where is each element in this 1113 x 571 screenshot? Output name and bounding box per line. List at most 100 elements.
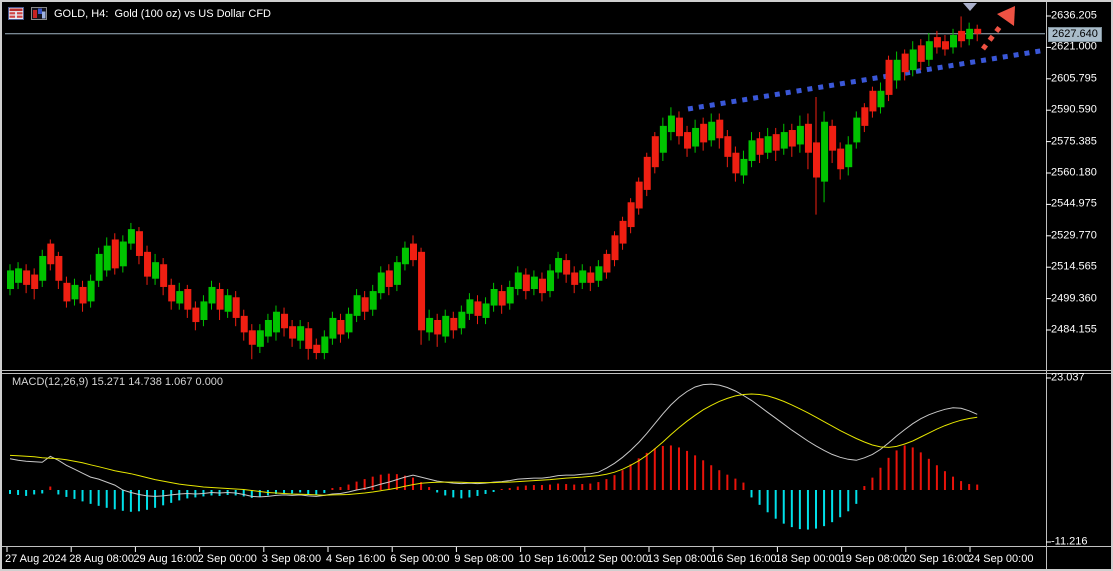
- candle-body: [47, 243, 55, 265]
- price-axis-label: 2529.770: [1051, 229, 1097, 242]
- candle-body: [377, 272, 385, 294]
- candle-body: [426, 317, 434, 333]
- market-watch-icon: [8, 7, 24, 20]
- candle-body: [401, 247, 409, 265]
- candle-body: [514, 272, 522, 290]
- candle-body: [950, 35, 958, 48]
- candle-body: [144, 251, 152, 277]
- pane-splitter[interactable]: [2, 370, 1111, 374]
- time-axis-label: 16 Sep 16:00: [711, 553, 777, 565]
- indicator-name: MACD(12,26,9): [12, 376, 89, 388]
- price-axis-label: 2484.155: [1051, 323, 1097, 336]
- candle-body: [571, 272, 579, 285]
- candle-body: [127, 229, 135, 244]
- macd-axis-min: -11.216: [1051, 535, 1088, 548]
- candle-body: [958, 30, 966, 42]
- candle-body: [410, 243, 417, 261]
- candle-body: [264, 319, 272, 337]
- candle-body: [877, 90, 885, 108]
- candle-body: [845, 144, 853, 168]
- time-axis-label: 27 Aug 2024: [5, 553, 67, 565]
- candle-body: [861, 107, 869, 126]
- candle-body: [651, 136, 659, 168]
- candle-body: [941, 41, 949, 50]
- candle-body: [63, 282, 71, 302]
- candle-body: [925, 41, 933, 60]
- candle-body: [748, 140, 756, 161]
- candle-body: [256, 330, 264, 347]
- candle-body: [176, 291, 184, 304]
- time-axis-label: 10 Sep 16:00: [518, 553, 585, 565]
- candle-body: [659, 125, 667, 153]
- candle-body: [933, 37, 941, 48]
- candle-body: [23, 270, 31, 285]
- candle-body: [160, 264, 168, 287]
- price-axis-label: 2514.565: [1051, 260, 1097, 273]
- candle-body: [232, 297, 240, 318]
- arrow-head-icon[interactable]: [997, 6, 1015, 26]
- candle-body: [788, 130, 796, 147]
- candle-body: [901, 53, 909, 73]
- candle-body: [240, 315, 248, 333]
- candle-body: [917, 45, 925, 62]
- time-axis-label: 6 Sep 00:00: [390, 553, 450, 565]
- candle-body: [95, 253, 103, 281]
- candle-body: [313, 344, 321, 354]
- candle-body: [772, 134, 780, 151]
- candle-body: [361, 297, 369, 312]
- chart-title-bar: GOLD, H4: Gold (100 oz) vs US Dollar CFD: [8, 7, 271, 20]
- candle-body: [530, 276, 538, 290]
- candle-body: [385, 270, 393, 287]
- candle-body: [700, 123, 708, 143]
- candle-body: [418, 251, 426, 331]
- trendline-object[interactable]: [687, 47, 1047, 112]
- candle-body: [369, 291, 377, 310]
- candle-body: [200, 301, 208, 320]
- candle-body: [829, 125, 837, 151]
- candle-body: [974, 28, 982, 34]
- candle-body: [119, 241, 127, 267]
- candle-body: [627, 202, 635, 228]
- candle-body: [708, 121, 716, 141]
- time-axis-label: 19 Sep 08:00: [839, 553, 906, 565]
- candle-body: [466, 299, 474, 314]
- candle-body: [450, 317, 458, 331]
- candle-body: [297, 326, 305, 341]
- candle-body: [643, 156, 651, 190]
- price-axis-label: 2636.205: [1051, 9, 1097, 22]
- candle-body: [611, 235, 619, 261]
- candle-body: [7, 270, 14, 290]
- candle-body: [55, 255, 63, 281]
- candle-body: [87, 280, 95, 302]
- candle-body: [893, 59, 901, 81]
- chart-title: GOLD, H4: Gold (100 oz) vs US Dollar CFD: [54, 7, 272, 20]
- candle-body: [821, 121, 829, 182]
- macd-signal-line: [9, 393, 978, 496]
- arrow-shaft[interactable]: [981, 22, 1004, 51]
- candle-body: [79, 286, 87, 304]
- candle-body: [635, 181, 643, 209]
- price-axis-label: 2590.590: [1051, 103, 1097, 116]
- candle-body: [684, 132, 692, 149]
- triangle-down-marker[interactable]: [963, 3, 977, 11]
- candle-body: [337, 319, 345, 335]
- candle-body: [547, 270, 555, 292]
- indicator-value-macd: 15.271: [91, 376, 126, 388]
- time-axis-label: 3 Sep 08:00: [261, 553, 322, 565]
- time-axis-label: 28 Aug 08:00: [69, 553, 135, 565]
- price-axis-label: 2621.000: [1051, 40, 1097, 53]
- candle-body: [184, 289, 192, 310]
- candle-body: [434, 319, 442, 335]
- candle-body: [869, 90, 877, 112]
- candle-body: [796, 125, 804, 145]
- price-axis-label: 2499.360: [1051, 292, 1097, 305]
- candle-body: [103, 245, 111, 271]
- candle-body: [692, 127, 700, 147]
- candle-body: [458, 311, 466, 329]
- candle-body: [595, 266, 603, 281]
- candle-body: [764, 136, 772, 153]
- candle-body: [329, 317, 337, 339]
- chart-canvas[interactable]: [2, 2, 1113, 571]
- candle-body: [168, 284, 176, 302]
- candle-body: [272, 311, 280, 333]
